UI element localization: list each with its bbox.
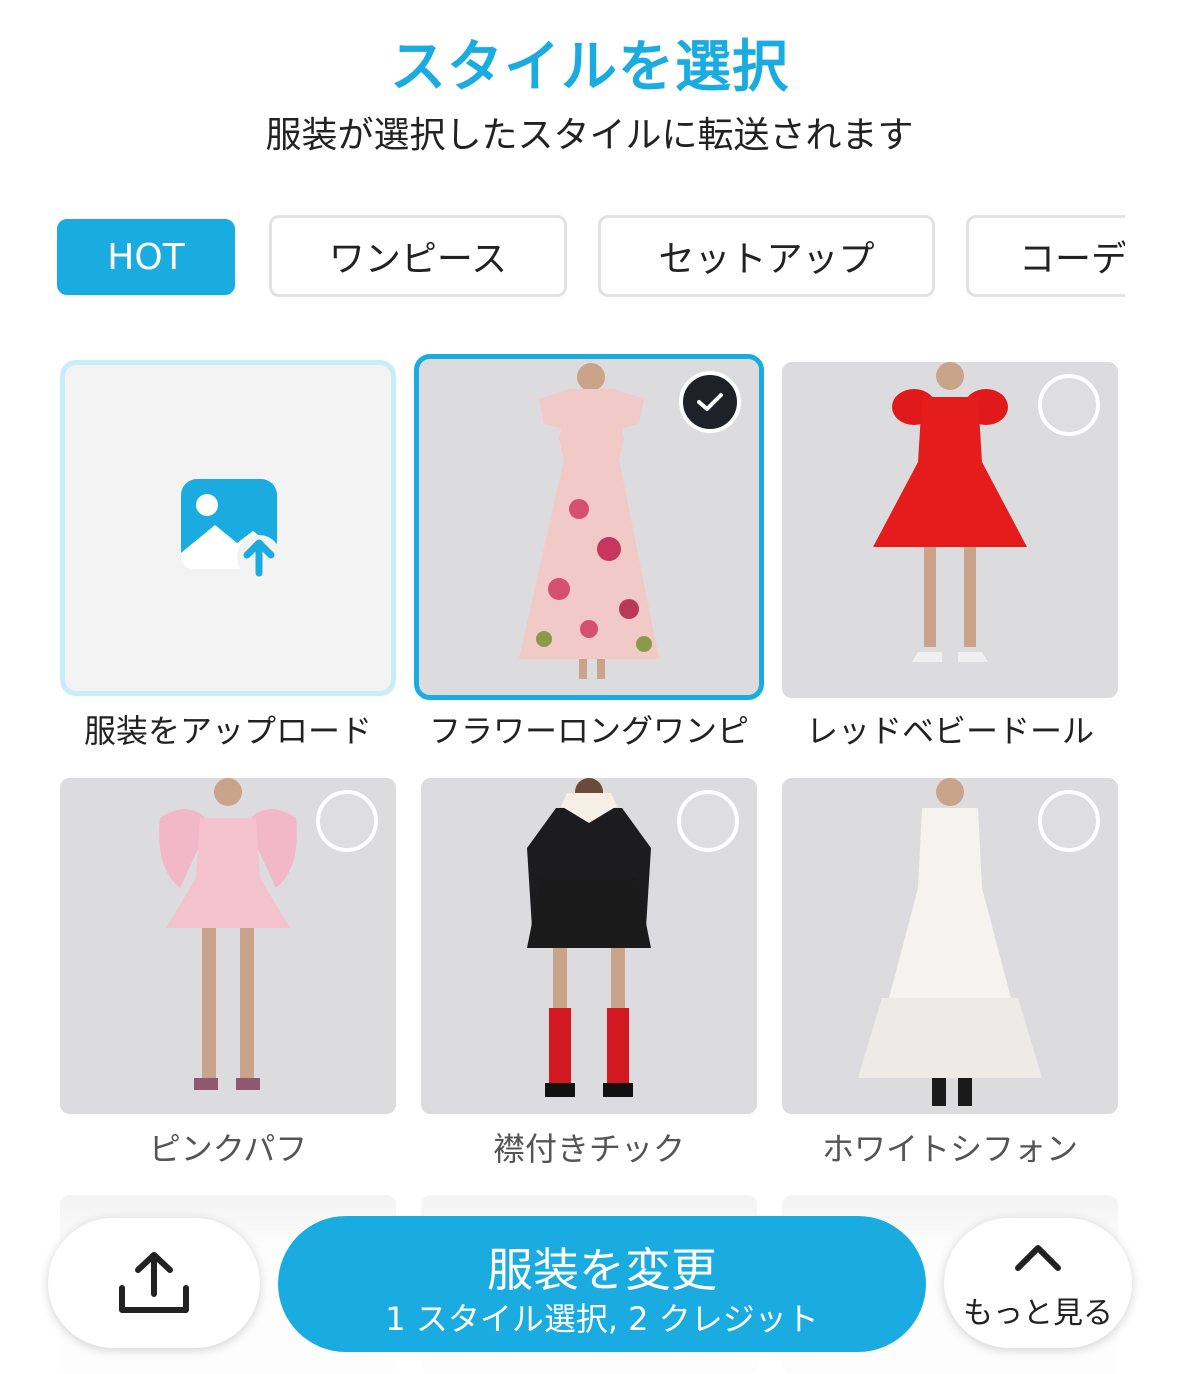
selected-check-radio[interactable] xyxy=(679,371,741,433)
tab-hot[interactable]: HOT xyxy=(57,219,235,295)
share-icon xyxy=(119,1252,189,1313)
caption-collar: 襟付きチック xyxy=(492,1130,685,1168)
page-subtitle: 服装が選択したスタイルに転送されます xyxy=(265,115,914,156)
tab-setup[interactable]: セットアップ xyxy=(598,215,935,297)
checkmark-icon xyxy=(697,393,723,411)
caption-pink: ピンクパフ xyxy=(148,1130,308,1168)
select-radio[interactable] xyxy=(1038,790,1100,852)
change-outfit-label: 服装を変更 xyxy=(487,1243,717,1297)
change-outfit-button[interactable]: 服装を変更 1 スタイル選択, 2 クレジット xyxy=(278,1216,926,1352)
style-card-pink[interactable] xyxy=(60,778,396,1114)
share-button[interactable] xyxy=(48,1218,260,1348)
style-card-floral[interactable] xyxy=(414,354,764,700)
select-radio[interactable] xyxy=(677,790,739,852)
chevron-up-icon xyxy=(1015,1245,1061,1271)
select-radio[interactable] xyxy=(1038,374,1100,436)
caption-white: ホワイトシフォン xyxy=(821,1130,1078,1168)
image-upload-icon xyxy=(181,479,281,579)
see-more-label: もっと見る xyxy=(963,1296,1113,1331)
upload-card[interactable] xyxy=(60,360,396,696)
page-title: スタイルを選択 xyxy=(390,35,789,100)
style-card-white[interactable] xyxy=(782,778,1118,1114)
style-card-red[interactable] xyxy=(782,362,1118,698)
tab-onepiece[interactable]: ワンピース xyxy=(269,215,567,297)
tab-coordinate[interactable]: コーデ xyxy=(966,215,1125,297)
caption-floral: フラワーロングワンピ xyxy=(428,712,749,750)
selection-summary: 1 スタイル選択, 2 クレジット xyxy=(385,1300,819,1338)
caption-red: レッドベビードール xyxy=(805,712,1094,750)
caption-upload: 服装をアップロード xyxy=(83,712,372,750)
see-more-button[interactable]: もっと見る xyxy=(944,1218,1132,1348)
select-radio[interactable] xyxy=(316,790,378,852)
category-tabs: HOT ワンピース セットアップ コーデ xyxy=(57,215,1125,299)
style-card-collar[interactable] xyxy=(421,778,757,1114)
